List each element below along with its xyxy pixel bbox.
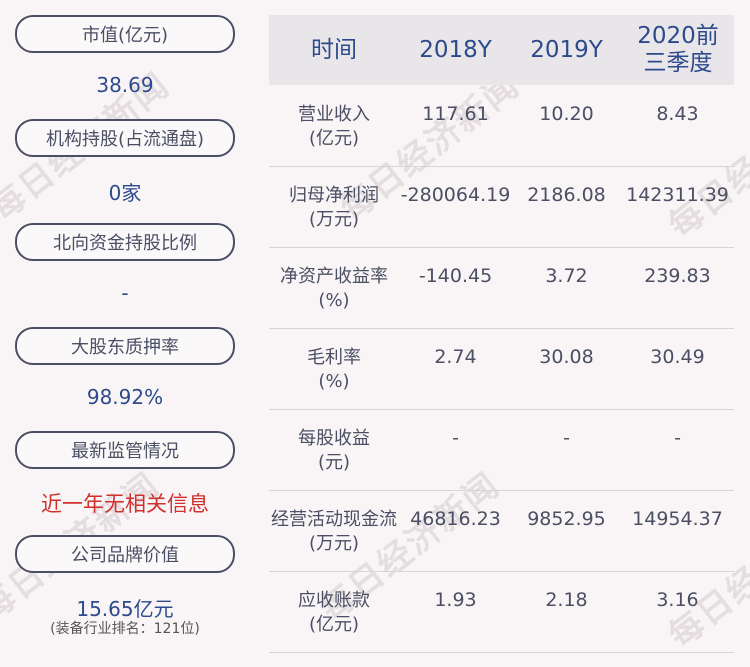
table-cell: -140.45: [418, 265, 493, 287]
table-cell: 2.18: [545, 589, 588, 611]
table-row: 归母净利润 (万元) -280064.19 2186.08 142311.39: [269, 166, 734, 248]
row-label: 经营活动现金流 (万元): [271, 509, 397, 554]
table-cell: -: [674, 427, 681, 449]
header-2018: 2018Y: [419, 36, 492, 63]
row-label: 应收账款 (亿元): [298, 590, 370, 635]
table-cell: 10.20: [539, 103, 594, 125]
table-cell: -280064.19: [400, 184, 511, 206]
table-cell: 2186.08: [527, 184, 606, 206]
pledge-rate-label: 大股东质押率: [15, 327, 235, 365]
table-cell: 46816.23: [410, 508, 501, 530]
row-label: 归母净利润 (万元): [289, 185, 379, 230]
table-cell: 1.93: [434, 589, 477, 611]
pledge-rate-value: 98.92%: [86, 385, 164, 409]
table-cell: 3.72: [545, 265, 588, 287]
northbound-ratio-value: -: [121, 281, 129, 305]
table-row: 营业收入 (亿元) 117.61 10.20 8.43: [269, 85, 734, 167]
table-cell: -: [452, 427, 459, 449]
row-label: 每股收益 (元): [298, 428, 370, 473]
row-label: 净资产收益率 (%): [280, 266, 388, 311]
table-cell: 2.74: [434, 346, 477, 368]
table-row: 应收账款 (亿元) 1.93 2.18 3.16: [269, 571, 734, 653]
table-cell: 142311.39: [626, 184, 729, 206]
institutional-holding-label: 机构持股(占流通盘): [15, 119, 235, 157]
table-row: 毛利率 (%) 2.74 30.08 30.49: [269, 328, 734, 410]
table-cell: 239.83: [644, 265, 711, 287]
northbound-ratio-label: 北向资金持股比例: [15, 223, 235, 261]
table-cell: 8.43: [656, 103, 699, 125]
table-row: 净资产收益率 (%) -140.45 3.72 239.83: [269, 247, 734, 329]
header-2020q3: 2020前三季度: [637, 23, 719, 76]
table-cell: 9852.95: [527, 508, 606, 530]
table-cell: 3.16: [656, 589, 699, 611]
header-time: 时间: [311, 36, 357, 63]
table-cell: 30.08: [539, 346, 594, 368]
table-row: 经营活动现金流 (万元) 46816.23 9852.95 14954.37: [269, 490, 734, 572]
header-2019: 2019Y: [530, 36, 603, 63]
row-label: 营业收入 (亿元): [298, 104, 370, 149]
table-cell: 30.49: [650, 346, 705, 368]
table-cell: 14954.37: [632, 508, 723, 530]
brand-rank-note: (装备行业排名：121位): [50, 621, 200, 637]
institutional-holding-value: 0家: [108, 181, 142, 205]
regulation-label: 最新监管情况: [15, 431, 235, 469]
market-cap-value: 38.69: [96, 73, 154, 97]
table-row: 每股收益 (元) - - -: [269, 409, 734, 491]
table-cell: -: [563, 427, 570, 449]
row-label: 毛利率 (%): [307, 347, 361, 392]
brand-value-label: 公司品牌价值: [15, 535, 235, 573]
table-header: 时间 2018Y 2019Y 2020前三季度: [269, 15, 734, 85]
regulation-value: 近一年无相关信息: [41, 492, 209, 516]
market-cap-label: 市值(亿元): [15, 15, 235, 53]
table-cell: 117.61: [422, 103, 489, 125]
